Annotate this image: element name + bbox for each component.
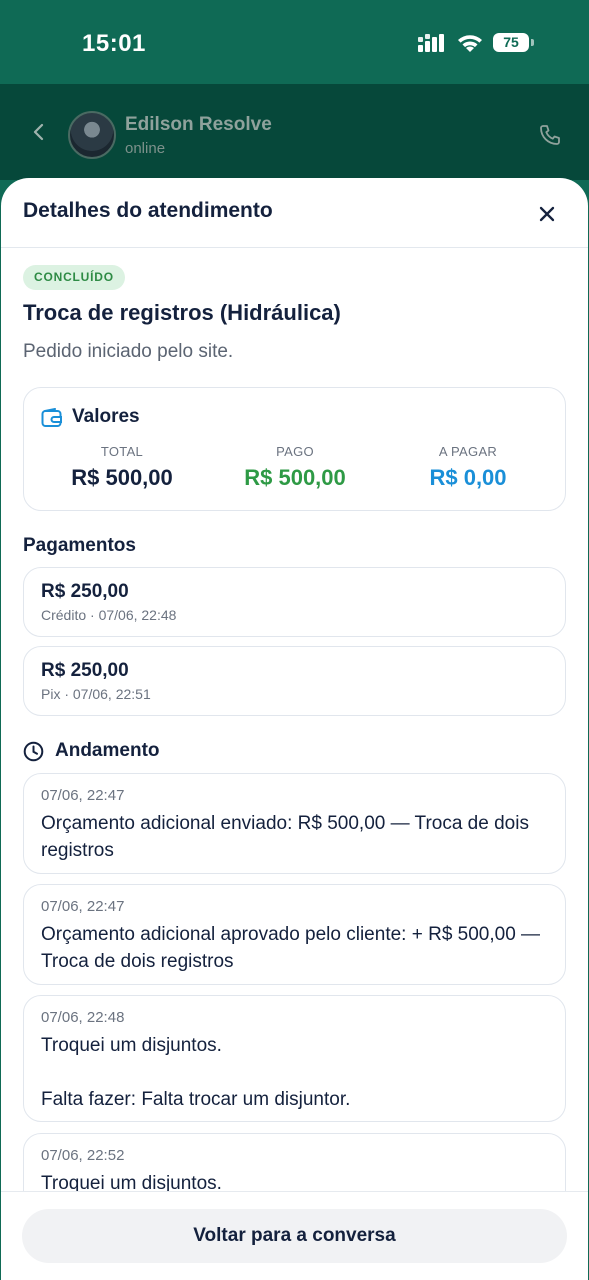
paid-amount: R$ 500,00 [244, 465, 346, 490]
due-label: A PAGAR [438, 444, 498, 459]
signal-icon [418, 34, 444, 52]
contact-name[interactable]: Edilson Resolve [125, 114, 272, 136]
clock-icon [23, 741, 44, 762]
timeline-text: Orçamento adicional enviado: R$ 500,00 —… [41, 813, 529, 861]
status-bar: 15:01 75 [0, 0, 589, 84]
wallet-icon [41, 408, 62, 427]
sheet-footer: Voltar para a conversa [1, 1191, 588, 1280]
payment-amount: R$ 250,00 [41, 581, 129, 602]
back-arrow-icon[interactable] [30, 123, 48, 141]
paid-label: PAGO [276, 444, 314, 459]
timeline-date: 07/06, 22:47 [41, 787, 125, 804]
timeline-text: Troquei um disjuntos. Falta fazer: Falta… [41, 1035, 351, 1110]
timeline-text: Orçamento adicional aprovado pelo client… [41, 924, 541, 972]
service-title: Troca de registros (Hidráulica) [23, 300, 341, 325]
status-badge: CONCLUÍDO [23, 265, 125, 290]
values-card: Valores TOTAL R$ 500,00 PAGO R$ 500,00 A… [23, 387, 566, 511]
battery-indicator: 75 [493, 33, 529, 52]
due-column: A PAGAR R$ 0,00 [378, 444, 558, 491]
payment-item: R$ 250,00 Crédito · 07/06, 22:48 [23, 567, 566, 637]
battery-level: 75 [503, 34, 519, 50]
values-title: Valores [72, 406, 140, 427]
timeline-item: 07/06, 22:48 Troquei um disjuntos. Falta… [23, 995, 566, 1122]
timeline-date: 07/06, 22:48 [41, 1009, 125, 1026]
status-time: 15:01 [82, 30, 146, 57]
service-details-sheet: Detalhes do atendimento CONCLUÍDO Troca … [1, 178, 588, 1280]
contact-status: online [125, 140, 166, 157]
timeline-item: 07/06, 22:47 Orçamento adicional enviado… [23, 773, 566, 874]
close-icon[interactable] [535, 202, 559, 226]
payment-meta: Pix · 07/06, 22:51 [41, 686, 151, 702]
sheet-header: Detalhes do atendimento [1, 178, 588, 248]
paid-column: PAGO R$ 500,00 [205, 444, 385, 491]
payment-amount: R$ 250,00 [41, 660, 129, 681]
due-amount: R$ 0,00 [429, 465, 507, 490]
service-description: Pedido iniciado pelo site. [23, 341, 234, 362]
payments-title: Pagamentos [23, 535, 136, 556]
total-amount: R$ 500,00 [71, 465, 173, 490]
total-label: TOTAL [100, 444, 144, 459]
payment-item: R$ 250,00 Pix · 07/06, 22:51 [23, 646, 566, 716]
phone-icon[interactable] [538, 123, 562, 147]
battery-tip [531, 39, 534, 46]
contact-avatar[interactable] [68, 111, 116, 159]
total-column: TOTAL R$ 500,00 [32, 444, 212, 491]
wifi-icon [458, 35, 482, 52]
timeline-date: 07/06, 22:47 [41, 898, 125, 915]
sheet-title: Detalhes do atendimento [23, 199, 273, 222]
payment-meta: Crédito · 07/06, 22:48 [41, 607, 177, 623]
back-to-chat-button[interactable]: Voltar para a conversa [22, 1209, 567, 1263]
timeline-date: 07/06, 22:52 [41, 1147, 125, 1164]
progress-title: Andamento [55, 740, 160, 761]
timeline-item: 07/06, 22:47 Orçamento adicional aprovad… [23, 884, 566, 985]
